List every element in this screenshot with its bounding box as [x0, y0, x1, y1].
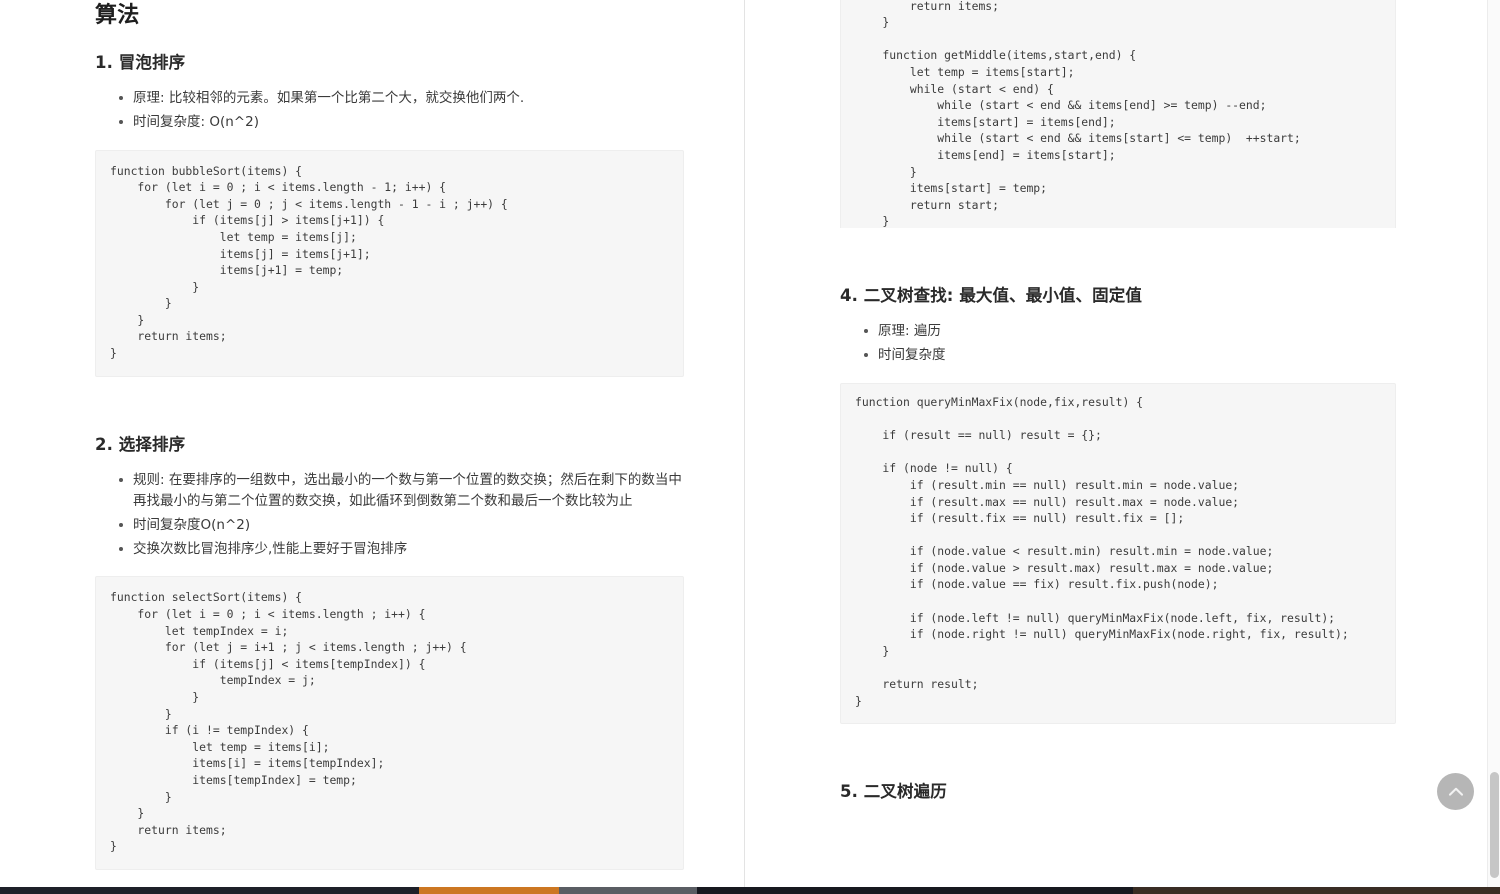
two-column-layout: 算法 1. 冒泡排序 原理: 比较相邻的元素。如果第一个比第二个大，就交换他们两… [0, 0, 1480, 888]
taskbar-right-brown [1133, 887, 1500, 894]
scroll-to-top-button[interactable] [1437, 773, 1474, 810]
taskbar-item-active[interactable] [419, 887, 559, 894]
section-bubble-sort: 1. 冒泡排序 原理: 比较相邻的元素。如果第一个比第二个大，就交换他们两个. … [95, 51, 684, 377]
taskbar[interactable] [0, 887, 1500, 894]
list-item: 时间复杂度 [864, 345, 1396, 366]
list-item: 原理: 遍历 [864, 321, 1396, 342]
section-bullet-list: 原理: 遍历 时间复杂度 [840, 321, 1396, 366]
list-item: 交换次数比冒泡排序少,性能上要好于冒泡排序 [119, 539, 684, 560]
page-scrollbar[interactable] [1487, 0, 1500, 888]
section-binary-tree-traversal: 5. 二叉树遍历 [840, 780, 1396, 803]
section-heading: 4. 二叉树查找: 最大值、最小值、固定值 [840, 286, 1142, 305]
code-block-quick-sort-continued-wrap: high = items.length - 1; } if (low >= hi… [840, 0, 1396, 228]
section-heading: 2. 选择排序 [95, 434, 186, 454]
section-bullet-list: 原理: 比较相邻的元素。如果第一个比第二个大，就交换他们两个. 时间复杂度: O… [95, 88, 684, 133]
section-bullet-list: 规则: 在要排序的一组数中，选出最小的一个数与第一个位置的数交换；然后在剩下的数… [95, 470, 684, 560]
code-block-quick-sort-continued: high = items.length - 1; } if (low >= hi… [840, 0, 1396, 228]
list-item: 时间复杂度O(n^2) [119, 515, 684, 536]
chevron-up-icon [1446, 782, 1466, 802]
scrollbar-thumb[interactable] [1490, 772, 1499, 878]
section-binary-tree-query: 4. 二叉树查找: 最大值、最小值、固定值 原理: 遍历 时间复杂度 funct… [840, 284, 1396, 725]
taskbar-left-dark [0, 887, 419, 894]
list-item: 规则: 在要排序的一组数中，选出最小的一个数与第一个位置的数交换；然后在剩下的数… [119, 470, 684, 512]
code-block-query-min-max-fix: function queryMinMaxFix(node,fix,result)… [840, 382, 1396, 725]
section-select-sort: 2. 选择排序 规则: 在要排序的一组数中，选出最小的一个数与第一个位置的数交换… [95, 433, 684, 870]
document-page: 算法 1. 冒泡排序 原理: 比较相邻的元素。如果第一个比第二个大，就交换他们两… [0, 0, 1500, 894]
page-title: 算法 [95, 3, 140, 28]
right-column: high = items.length - 1; } if (low >= hi… [744, 0, 1480, 888]
list-item: 原理: 比较相邻的元素。如果第一个比第二个大，就交换他们两个. [119, 88, 684, 109]
section-heading: 1. 冒泡排序 [95, 52, 186, 72]
taskbar-mid-dark [697, 887, 1133, 894]
section-heading: 5. 二叉树遍历 [840, 782, 947, 802]
code-block-bubble-sort: function bubbleSort(items) { for (let i … [95, 149, 684, 377]
taskbar-item-gray[interactable] [559, 887, 697, 894]
code-block-select-sort: function selectSort(items) { for (let i … [95, 576, 684, 870]
list-item: 时间复杂度: O(n^2) [119, 112, 684, 133]
left-column: 算法 1. 冒泡排序 原理: 比较相邻的元素。如果第一个比第二个大，就交换他们两… [0, 0, 744, 888]
column-divider [744, 0, 745, 888]
